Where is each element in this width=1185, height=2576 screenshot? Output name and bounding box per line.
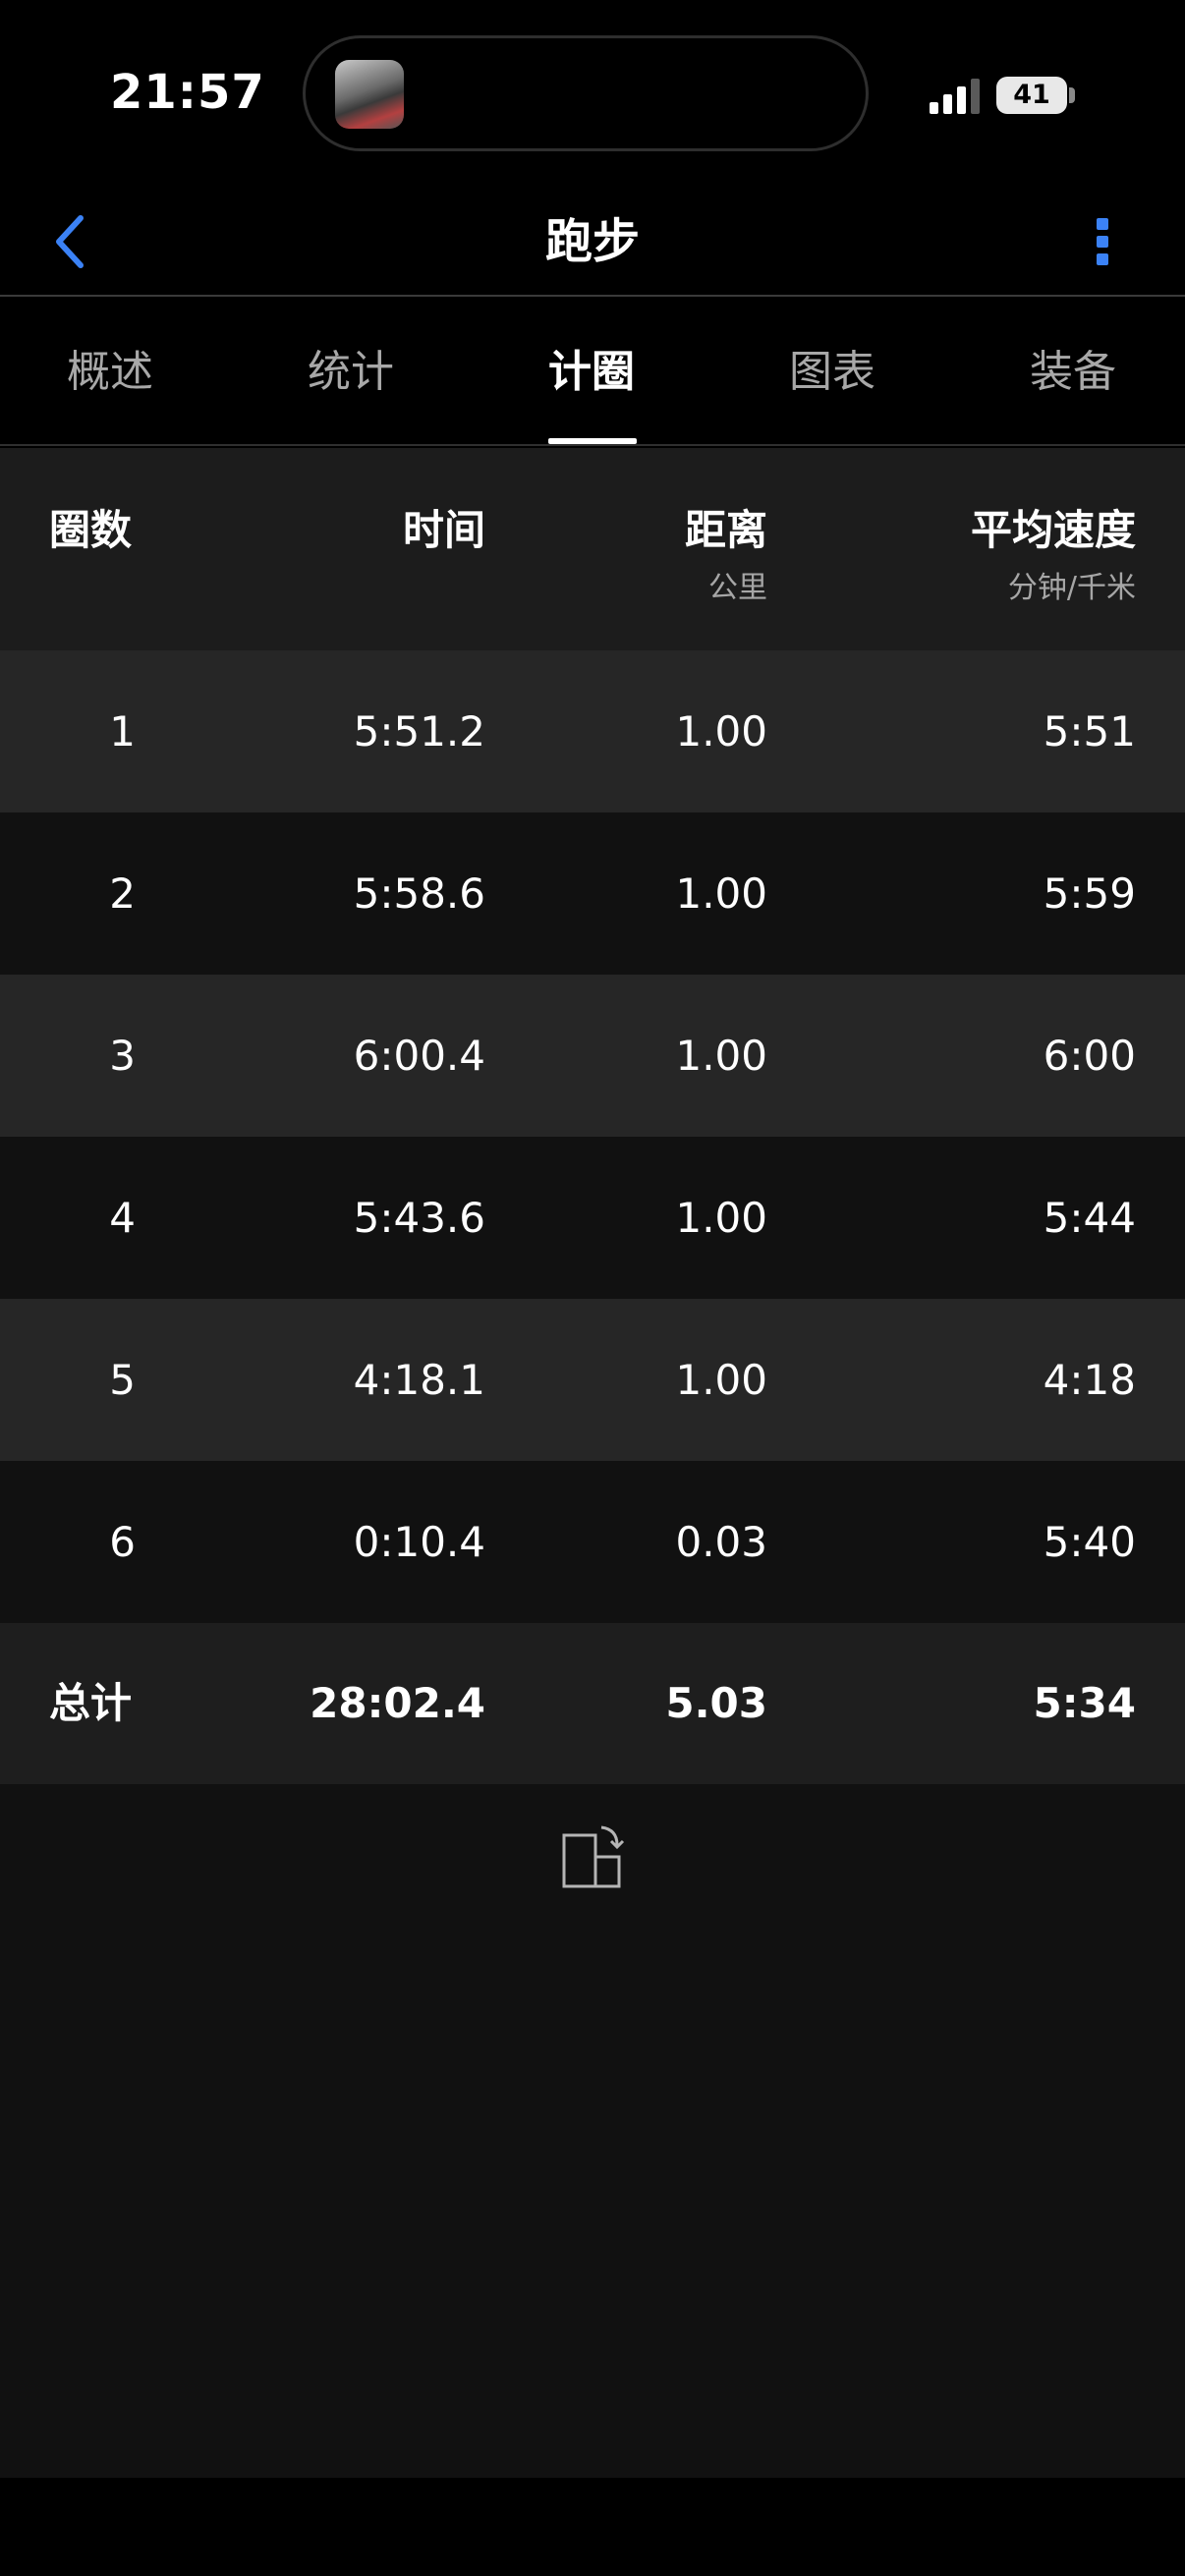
lap-time: 5:43.6 xyxy=(353,1194,485,1242)
more-options-button[interactable] xyxy=(1073,200,1132,283)
page-title: 跑步 xyxy=(544,214,640,269)
status-bar: 21:57 41 xyxy=(0,0,1185,187)
header-pace-label: 平均速度 xyxy=(970,506,1136,554)
header-time: 时间 xyxy=(402,506,485,554)
lap-pace: 4:18 xyxy=(1043,1356,1136,1404)
table-row[interactable]: 4 5:43.6 1.00 5:44 xyxy=(0,1137,1185,1299)
lap-distance: 1.00 xyxy=(675,1356,767,1404)
total-distance: 5.03 xyxy=(665,1679,767,1727)
more-vertical-icon xyxy=(1097,218,1108,265)
total-pace: 5:34 xyxy=(1033,1679,1136,1727)
lap-pace: 5:51 xyxy=(1043,707,1136,756)
now-playing-thumbnail[interactable] xyxy=(335,60,404,129)
lap-number: 3 xyxy=(109,1032,136,1080)
lap-distance: 0.03 xyxy=(675,1518,767,1566)
rotate-screen-icon[interactable] xyxy=(558,1821,627,1890)
content-area xyxy=(0,1784,1185,2478)
tab-gear[interactable]: 装备 xyxy=(975,299,1171,446)
top-nav-bar: 跑步 xyxy=(0,187,1185,297)
tab-stats[interactable]: 统计 xyxy=(253,299,449,446)
status-time: 21:57 xyxy=(110,65,265,120)
header-pace-unit: 分钟/千米 xyxy=(1007,571,1136,605)
lap-pace: 5:59 xyxy=(1043,869,1136,918)
tab-bar: 概述 统计 计圈 图表 装备 xyxy=(0,299,1185,446)
lap-number: 1 xyxy=(109,707,136,756)
header-distance-label: 距离 xyxy=(684,506,767,554)
table-row[interactable]: 5 4:18.1 1.00 4:18 xyxy=(0,1299,1185,1461)
lap-pace: 5:44 xyxy=(1043,1194,1136,1242)
lap-time: 6:00.4 xyxy=(353,1032,485,1080)
lap-time: 0:10.4 xyxy=(353,1518,485,1566)
table-row[interactable]: 3 6:00.4 1.00 6:00 xyxy=(0,975,1185,1137)
header-distance-unit: 公里 xyxy=(708,571,767,605)
battery-nub xyxy=(1069,87,1075,103)
lap-number: 2 xyxy=(109,869,136,918)
lap-distance: 1.00 xyxy=(675,869,767,918)
table-row[interactable]: 6 0:10.4 0.03 5:40 xyxy=(0,1461,1185,1623)
tab-laps[interactable]: 计圈 xyxy=(493,299,690,446)
lap-time: 5:58.6 xyxy=(353,869,485,918)
total-row: 总计 28:02.4 5.03 5:34 xyxy=(0,1623,1185,1784)
battery-icon: 41 xyxy=(996,77,1067,114)
cellular-signal-icon xyxy=(930,79,980,114)
tab-charts[interactable]: 图表 xyxy=(734,299,931,446)
total-label: 总计 xyxy=(49,1679,133,1727)
lap-number: 4 xyxy=(109,1194,136,1242)
lap-distance: 1.00 xyxy=(675,1032,767,1080)
header-pace: 平均速度 分钟/千米 xyxy=(845,497,1136,606)
table-row[interactable]: 1 5:51.2 1.00 5:51 xyxy=(0,650,1185,812)
lap-number: 5 xyxy=(109,1356,136,1404)
lap-distance: 1.00 xyxy=(675,707,767,756)
total-time: 28:02.4 xyxy=(310,1679,485,1727)
table-header: 圈数 时间 距离 公里 平均速度 分钟/千米 xyxy=(0,448,1185,650)
header-lap: 圈数 xyxy=(49,506,133,554)
header-distance: 距离 公里 xyxy=(531,497,767,606)
bottom-safe-area xyxy=(0,2478,1185,2576)
table-row[interactable]: 2 5:58.6 1.00 5:59 xyxy=(0,812,1185,975)
lap-pace: 5:40 xyxy=(1043,1518,1136,1566)
laps-table: 圈数 时间 距离 公里 平均速度 分钟/千米 1 5:51.2 1.00 5:5… xyxy=(0,448,1185,1784)
tab-overview[interactable]: 概述 xyxy=(12,299,208,446)
lap-time: 5:51.2 xyxy=(353,707,485,756)
lap-time: 4:18.1 xyxy=(353,1356,485,1404)
active-tab-indicator xyxy=(548,438,637,444)
lap-pace: 6:00 xyxy=(1043,1032,1136,1080)
lap-number: 6 xyxy=(109,1518,136,1566)
dynamic-island[interactable] xyxy=(303,35,869,151)
lap-distance: 1.00 xyxy=(675,1194,767,1242)
